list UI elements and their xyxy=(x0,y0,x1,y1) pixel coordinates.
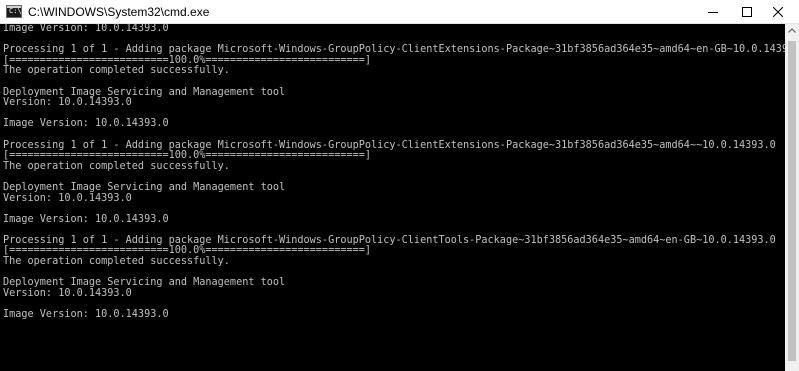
vertical-scrollbar[interactable] xyxy=(785,24,799,371)
console-line: Image Version: 10.0.14393.0 xyxy=(3,24,169,34)
scroll-thumb[interactable] xyxy=(788,41,796,361)
cmd-window: C:\ C:\WINDOWS\System32\cmd.exe Image Ve… xyxy=(0,0,799,371)
console-line: Image Version: 10.0.14393.0 xyxy=(3,213,169,225)
title-bar[interactable]: C:\ C:\WINDOWS\System32\cmd.exe xyxy=(0,0,799,24)
window-title: C:\WINDOWS\System32\cmd.exe xyxy=(28,5,210,19)
minimize-icon xyxy=(708,12,718,13)
cmd-icon[interactable]: C:\ xyxy=(6,5,22,18)
maximize-icon xyxy=(742,7,752,17)
console-line: The operation completed successfully. xyxy=(3,65,230,77)
console-line: Image Version: 10.0.14393.0 xyxy=(3,118,169,130)
console-text: Image Version: 10.0.14393.0 Processing 1 … xyxy=(3,24,785,331)
scroll-up-button[interactable] xyxy=(785,24,799,38)
close-icon xyxy=(773,7,783,17)
scroll-up-arrow-icon xyxy=(788,28,796,33)
console-line: Deployment Image Servicing and Managemen… xyxy=(3,181,286,193)
console-line: Version: 10.0.14393.0 xyxy=(3,97,132,109)
console-line: Image Version: 10.0.14393.0 xyxy=(3,309,169,321)
console-line: The operation completed successfully. xyxy=(3,256,230,268)
console-line: The operation completed successfully. xyxy=(3,160,230,172)
close-button[interactable] xyxy=(757,0,799,23)
console-output[interactable]: Image Version: 10.0.14393.0 Processing 1 … xyxy=(0,24,785,371)
console-line: Version: 10.0.14393.0 xyxy=(3,192,132,204)
console-line: Version: 10.0.14393.0 xyxy=(3,287,132,299)
